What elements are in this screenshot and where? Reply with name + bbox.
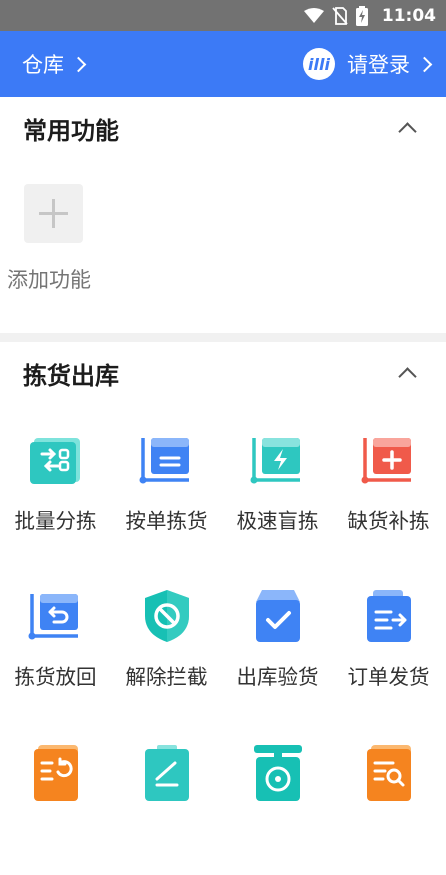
add-function-label: 添加功能 — [7, 268, 91, 292]
collapse-chevron-up-icon[interactable] — [398, 367, 417, 386]
collapse-chevron-up-icon[interactable] — [398, 122, 417, 141]
common-functions-section: 常用功能 添加功能 — [0, 97, 446, 333]
pick-return-icon — [28, 594, 78, 640]
wifi-icon — [303, 7, 324, 23]
grid-item-order-pick[interactable]: 按单拣货 — [111, 432, 222, 562]
battery-charging-icon — [355, 5, 368, 26]
grid-item-fast-blind-pick[interactable]: 极速盲拣 — [222, 432, 333, 562]
grid-item-label: 批量分拣 — [14, 509, 97, 533]
grid-item-outbound-inspect[interactable]: 出库验货 — [222, 588, 333, 718]
grid-item-label: 拣货放回 — [14, 665, 97, 689]
app-logo-icon: illi — [303, 48, 335, 80]
scale-icon — [253, 745, 302, 801]
outbound-inspect-icon — [255, 590, 300, 642]
batch-sort-icon — [29, 438, 80, 484]
app-header: 仓库 illi 请登录 — [0, 31, 446, 97]
section-title: 拣货出库 — [23, 362, 119, 390]
release-intercept-icon — [144, 590, 189, 642]
status-bar: 11:04 — [0, 0, 446, 31]
order-pick-icon — [139, 438, 189, 484]
grid-item-label: 订单发货 — [347, 665, 430, 689]
search-doc-icon — [366, 745, 411, 801]
status-time: 11:04 — [381, 5, 436, 26]
refresh-doc-icon — [33, 745, 78, 801]
grid-item-batch-sort[interactable]: 批量分拣 — [0, 432, 111, 562]
add-function-button[interactable] — [24, 184, 83, 243]
section-divider — [0, 333, 446, 342]
no-sim-icon — [332, 6, 348, 25]
chevron-right-icon — [416, 56, 433, 72]
grid-item-label: 出库验货 — [236, 665, 319, 689]
grid-item-release-intercept[interactable]: 解除拦截 — [111, 588, 222, 718]
grid-item-order-ship[interactable]: 订单发货 — [333, 588, 444, 718]
grid-item-edit-doc[interactable] — [111, 745, 222, 875]
warehouse-label: 仓库 — [22, 53, 64, 77]
grid-item-refresh-doc[interactable] — [0, 745, 111, 875]
grid-item-search-doc[interactable] — [333, 745, 444, 875]
order-ship-icon — [366, 590, 411, 642]
grid-item-label: 极速盲拣 — [236, 509, 319, 533]
section-title: 常用功能 — [23, 117, 119, 145]
login-label: 请登录 — [347, 53, 410, 77]
fast-blind-pick-icon — [250, 438, 300, 484]
grid-item-label: 按单拣货 — [125, 509, 208, 533]
edit-doc-icon — [144, 745, 189, 801]
warehouse-selector[interactable]: 仓库 — [22, 49, 87, 79]
shortage-repick-icon — [361, 438, 411, 484]
picking-outbound-section: 拣货出库 批量分拣 按单拣货 极速盲拣 缺货补拣 拣货放回 解除拦截 出库验货 … — [0, 342, 446, 801]
chevron-right-icon — [70, 56, 87, 72]
login-button[interactable]: illi 请登录 — [303, 48, 433, 80]
grid-item-label: 缺货补拣 — [347, 509, 430, 533]
grid-item-scale[interactable] — [222, 745, 333, 875]
grid-item-shortage-repick[interactable]: 缺货补拣 — [333, 432, 444, 562]
grid-item-label: 解除拦截 — [125, 665, 208, 689]
grid-item-pick-return[interactable]: 拣货放回 — [0, 588, 111, 718]
